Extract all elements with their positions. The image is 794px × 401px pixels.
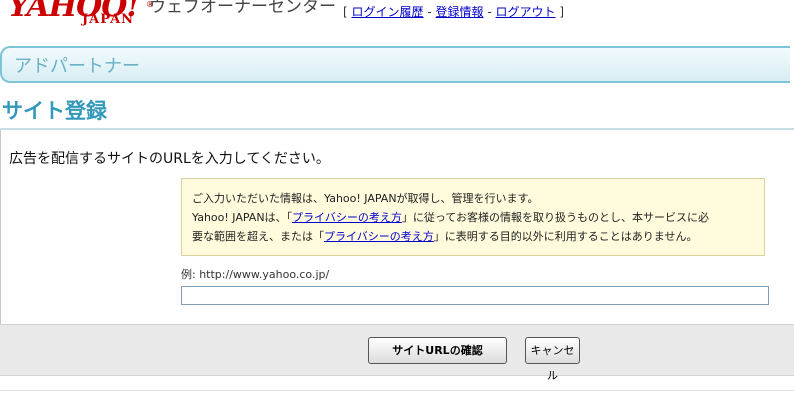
site-url-input[interactable] [181, 286, 769, 305]
login-history-link[interactable]: ログイン履歴 [352, 5, 424, 19]
service-title: アドパートナー [14, 56, 140, 77]
page-title: サイト登録 [2, 99, 107, 123]
notice-line-1: ご入力いただいた情報は、Yahoo! JAPANが取得し、管理を行います。 [192, 192, 539, 205]
footer-divider [0, 390, 794, 391]
confirm-site-url-button[interactable]: サイトURLの確認 [368, 337, 507, 364]
notice-line-3: 要な範囲を超え、または「プライバシーの考え方」に表明する目的以外に利用することは… [192, 227, 756, 246]
title-divider [0, 128, 794, 130]
privacy-policy-link[interactable]: プライバシーの考え方 [292, 211, 402, 224]
instruction-text: 広告を配信するサイトのURLを入力してください。 [9, 151, 330, 167]
notice-line-2: Yahoo! JAPANは、「プライバシーの考え方」に従ってお客様の情報を取り扱… [192, 208, 756, 227]
yahoo-japan-logo[interactable]: YAHOO! ® JAPAN [8, 0, 154, 32]
logout-link[interactable]: ログアウト [496, 5, 556, 19]
panel-border [0, 130, 1, 324]
header: YAHOO! ® JAPAN ウェブオーナーセンター [ ログイン履歴 - 登録… [0, 0, 794, 40]
cancel-button[interactable]: キャンセル [525, 337, 580, 382]
bracket-open: [ [343, 5, 348, 19]
notice-text: 要な範囲を超え、または「 [192, 230, 324, 243]
site-name: ウェブオーナーセンター [149, 0, 336, 17]
privacy-policy-link[interactable]: プライバシーの考え方 [324, 230, 434, 243]
logo-sub-text: JAPAN [82, 12, 135, 27]
notice-text: 」に表明する目的以外に利用することはありません。 [433, 230, 698, 243]
privacy-notice: ご入力いただいた情報は、Yahoo! JAPANが取得し、管理を行います。 Ya… [181, 178, 765, 256]
service-band: アドパートナー [0, 46, 790, 83]
notice-text: 」に従ってお客様の情報を取り扱うものとし、本サービスに必 [401, 211, 709, 224]
registration-info-link[interactable]: 登録情報 [436, 5, 484, 19]
bracket-close: ] [559, 5, 565, 19]
url-example: 例: http://www.yahoo.co.jp/ [181, 268, 330, 281]
link-separator: - [487, 5, 492, 19]
link-separator: - [427, 5, 432, 19]
header-links: [ ログイン履歴 - 登録情報 - ログアウト ] [343, 3, 564, 20]
notice-text: Yahoo! JAPANは、「 [192, 211, 293, 224]
